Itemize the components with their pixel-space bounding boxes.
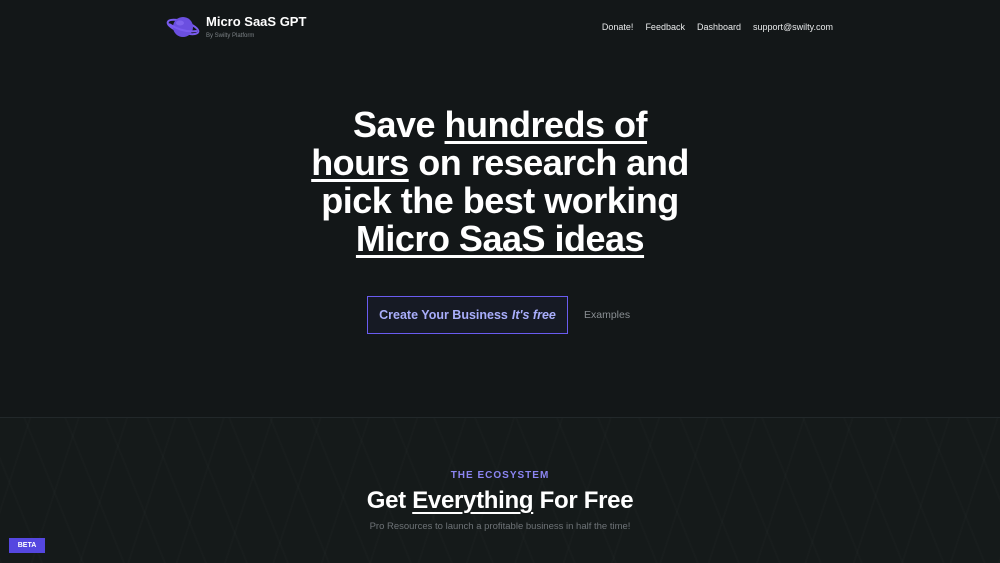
ecosystem-subtitle: Pro Resources to launch a profitable bus…	[369, 521, 631, 532]
ecosystem-title-highlight: Everything	[412, 487, 534, 514]
ecosystem-section: THE ECOSYSTEM Get Everything For Free Pr…	[0, 418, 1000, 563]
hero-title-highlight: hundreds of	[444, 104, 648, 145]
top-nav: Donate! Feedback Dashboard support@swilt…	[602, 21, 833, 33]
hero-title-highlight: Micro SaaS ideas	[355, 218, 645, 259]
beta-badge[interactable]: BETA	[9, 538, 45, 553]
ecosystem-title: Get Everything For Free	[0, 486, 1000, 516]
brand[interactable]: Micro SaaS GPT By Swilty Platform	[166, 12, 306, 42]
brand-subtitle: By Swilty Platform	[206, 32, 255, 39]
ecosystem-title-prefix: Get	[366, 487, 413, 514]
brand-text: Micro SaaS GPT By Swilty Platform	[206, 14, 306, 41]
cta-row: Create Your Business It's free Examples	[0, 296, 1000, 334]
planet-icon	[166, 17, 200, 37]
site-header: Micro SaaS GPT By Swilty Platform Donate…	[0, 0, 1000, 54]
create-business-button[interactable]: Create Your Business It's free	[367, 296, 568, 334]
nav-feedback[interactable]: Feedback	[645, 21, 685, 33]
hero-title-part: pick the best working	[321, 180, 679, 221]
hero-title-part: on research and	[408, 142, 689, 183]
nav-support-email[interactable]: support@swilty.com	[753, 21, 833, 33]
brand-name: Micro SaaS GPT	[206, 13, 307, 29]
ecosystem-title-suffix: For Free	[533, 487, 634, 514]
hero-title-part: Save	[352, 104, 445, 145]
ecosystem-label: THE ECOSYSTEM	[450, 470, 550, 481]
create-business-label: Create Your Business	[379, 308, 508, 322]
nav-donate[interactable]: Donate!	[602, 21, 634, 33]
nav-dashboard[interactable]: Dashboard	[697, 21, 741, 33]
its-free-label: It's free	[511, 308, 556, 322]
hero-title: Save hundreds of hours on research and pic…	[250, 106, 750, 258]
page: Micro SaaS GPT By Swilty Platform Donate…	[0, 0, 1000, 563]
hero-title-highlight: hours	[311, 142, 409, 183]
examples-link[interactable]: Examples	[584, 308, 630, 322]
